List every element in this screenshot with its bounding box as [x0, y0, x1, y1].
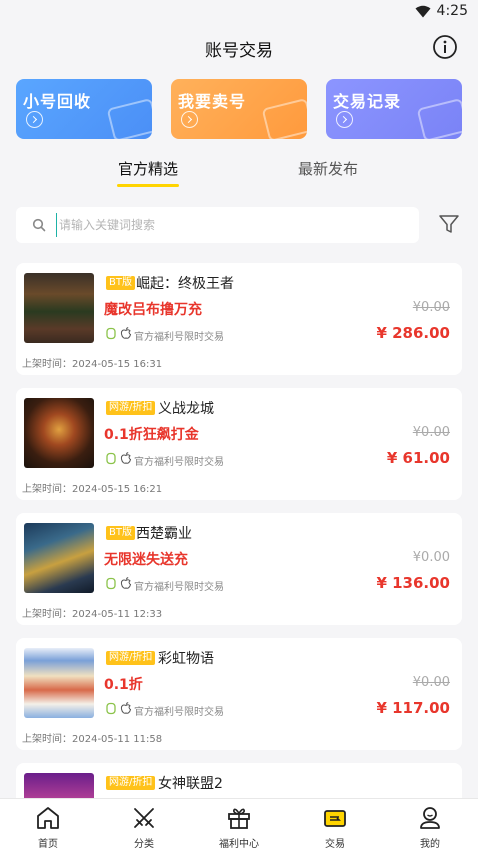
page-title: 账号交易 — [205, 41, 273, 61]
tab-official-picks[interactable]: 官方精选 — [118, 158, 178, 179]
search-bar — [16, 207, 419, 243]
nav-welfare-center[interactable]: 福利中心 — [191, 799, 287, 849]
list-item[interactable]: BT版 崛起：终极王者 魔改吕布撸万充 官方福利号限时交易 ¥0.00 ¥ 28… — [16, 263, 462, 375]
swords-icon — [134, 808, 154, 828]
promo-text: 魔改吕布撸万充 — [104, 302, 202, 318]
filter-icon[interactable] — [438, 213, 460, 235]
platform-icons — [105, 452, 132, 465]
promo-text: 0.1折 — [104, 677, 143, 693]
platform-icons — [105, 327, 132, 340]
apple-icon — [120, 702, 132, 714]
official-note: 官方福利号限时交易 — [134, 332, 224, 343]
nav-label: 我的 — [420, 839, 440, 849]
card-label: 我要卖号 — [178, 92, 247, 111]
game-name: 女神联盟2 — [158, 776, 223, 792]
game-name: 崛起：终极王者 — [136, 276, 234, 292]
original-price: ¥0.00 — [412, 425, 450, 440]
platform-icons — [105, 577, 132, 590]
listed-time: 上架时间：2024-05-11 12:33 — [22, 609, 163, 620]
nav-home[interactable]: 首页 — [0, 799, 96, 849]
coin-card-icon — [261, 97, 307, 139]
arrow-right-icon — [26, 111, 43, 128]
status-bar: 4:25 — [0, 0, 478, 26]
nav-label: 首页 — [38, 839, 58, 849]
trade-records-card[interactable]: 交易记录 — [326, 79, 462, 139]
price: ¥ 136.00 — [376, 574, 450, 592]
promo-text: 0.1折狂飙打金 — [104, 427, 199, 443]
game-name: 彩虹物语 — [158, 651, 214, 667]
original-price: ¥0.00 — [412, 675, 450, 690]
sell-account-card[interactable]: 我要卖号 — [171, 79, 307, 139]
active-tab-indicator — [117, 184, 179, 187]
price: ¥ 61.00 — [386, 449, 450, 467]
profile-icon — [420, 807, 440, 829]
android-icon — [106, 452, 116, 465]
wallet-icon — [106, 97, 152, 139]
tab-latest-releases[interactable]: 最新发布 — [298, 158, 358, 179]
game-thumbnail — [24, 398, 94, 468]
nav-category[interactable]: 分类 — [96, 799, 192, 849]
quick-actions: 小号回收 我要卖号 交易记录 — [16, 79, 462, 139]
promo-text: 无限迷失送充 — [104, 552, 188, 568]
listed-time: 上架时间：2024-05-11 11:58 — [22, 734, 163, 745]
home-icon — [37, 807, 59, 829]
wifi-icon — [415, 5, 431, 17]
nav-trade[interactable]: 交易 — [287, 799, 383, 849]
apple-icon — [120, 577, 132, 589]
original-price: ¥0.00 — [412, 300, 450, 315]
game-name: 西楚霸业 — [136, 526, 192, 542]
search-input[interactable] — [56, 213, 396, 237]
card-label: 小号回收 — [23, 92, 92, 111]
game-tag: 网游/折扣 — [106, 401, 156, 415]
game-tag: 网游/折扣 — [106, 651, 156, 665]
nav-label: 福利中心 — [219, 839, 259, 849]
apple-icon — [120, 327, 132, 339]
game-thumbnail — [24, 523, 94, 593]
platform-icons — [105, 702, 132, 715]
android-icon — [106, 702, 116, 715]
official-note: 官方福利号限时交易 — [134, 707, 224, 718]
listed-time: 上架时间：2024-05-15 16:21 — [22, 484, 163, 495]
game-thumbnail — [24, 648, 94, 718]
list-item[interactable]: 网游/折扣 彩虹物语 0.1折 官方福利号限时交易 ¥0.00 ¥ 117.00… — [16, 638, 462, 750]
nav-label: 交易 — [325, 839, 345, 849]
game-thumbnail — [24, 273, 94, 343]
price: ¥ 117.00 — [376, 699, 450, 717]
price: ¥ 286.00 — [376, 324, 450, 342]
arrow-right-icon — [181, 111, 198, 128]
game-tag: 网游/折扣 — [106, 776, 156, 790]
original-price: ¥0.00 — [412, 550, 450, 565]
search-icon — [32, 218, 46, 232]
official-note: 官方福利号限时交易 — [134, 457, 224, 468]
bottom-navigation: 首页 分类 福利中心 交易 我的 — [0, 798, 478, 849]
official-note: 官方福利号限时交易 — [134, 582, 224, 593]
apple-icon — [120, 452, 132, 464]
card-label: 交易记录 — [333, 92, 402, 111]
app-header: 账号交易 — [0, 26, 478, 70]
status-time: 4:25 — [436, 3, 468, 19]
tab-bar: 官方精选 最新发布 — [0, 158, 478, 192]
nav-profile[interactable]: 我的 — [382, 799, 478, 849]
arrow-right-icon — [336, 111, 353, 128]
document-icon — [416, 97, 462, 139]
trade-icon — [324, 810, 346, 827]
listed-time: 上架时间：2024-05-15 16:31 — [22, 359, 163, 370]
gift-icon — [228, 808, 250, 829]
game-name: 义战龙城 — [158, 401, 214, 417]
info-icon[interactable] — [432, 34, 458, 60]
android-icon — [106, 327, 116, 340]
list-item[interactable]: 网游/折扣 义战龙城 0.1折狂飙打金 官方福利号限时交易 ¥0.00 ¥ 61… — [16, 388, 462, 500]
list-item[interactable]: BT版 西楚霸业 无限迷失送充 官方福利号限时交易 ¥0.00 ¥ 136.00… — [16, 513, 462, 625]
android-icon — [106, 577, 116, 590]
recycle-account-card[interactable]: 小号回收 — [16, 79, 152, 139]
nav-label: 分类 — [134, 839, 154, 849]
game-tag: BT版 — [106, 276, 135, 290]
game-tag: BT版 — [106, 526, 135, 540]
